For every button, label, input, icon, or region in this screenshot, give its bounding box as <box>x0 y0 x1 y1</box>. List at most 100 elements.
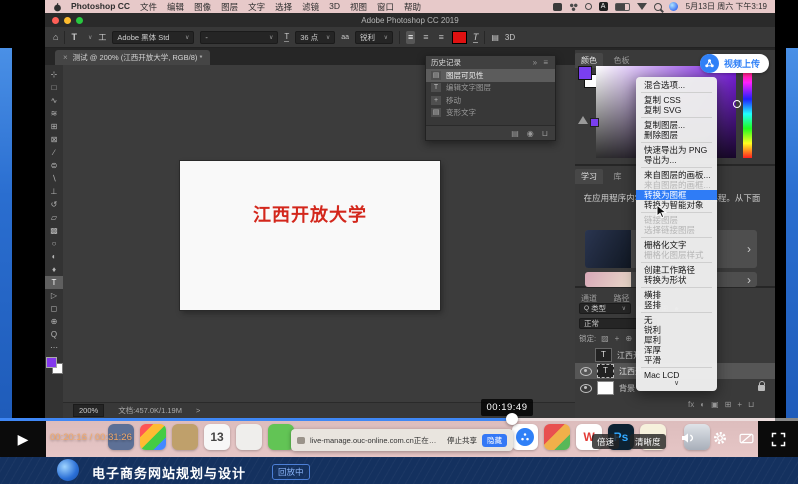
gamut-warning-icon[interactable] <box>578 116 588 124</box>
history-step[interactable]: T编辑文字图层 <box>426 82 555 95</box>
layers-panel-buttons[interactable]: fx◐▣⊞+⊔ <box>688 400 754 409</box>
history-panel-footer[interactable]: ▤◉⊔ <box>426 125 555 140</box>
context-menu-item[interactable]: 删除图层 <box>636 130 717 140</box>
hand-tool[interactable]: ⊕ <box>45 315 63 328</box>
panel-collapse-icon[interactable]: » ≡ <box>533 58 550 67</box>
path-select-tool[interactable]: ▷ <box>45 289 63 302</box>
marquee-tool[interactable]: □ <box>45 81 63 94</box>
mac-menu-1[interactable]: 文件 <box>140 1 157 13</box>
layers-action-icon[interactable]: ⊞ <box>725 400 732 409</box>
battery-icon[interactable] <box>615 3 630 11</box>
font-size-select[interactable]: 36 点∨ <box>295 31 335 44</box>
context-menu-item[interactable]: 混合选项... <box>636 80 717 90</box>
text-color-swatch[interactable] <box>452 31 467 44</box>
font-family-select[interactable]: Adobe 黑体 Std∨ <box>112 31 194 44</box>
settings-gear-icon[interactable] <box>712 430 728 451</box>
zoom-window-button[interactable] <box>76 17 83 24</box>
close-window-button[interactable] <box>52 17 59 24</box>
mac-menu-7[interactable]: 滤镜 <box>302 1 319 13</box>
zoom-tool[interactable]: Q <box>45 328 63 341</box>
window-icon[interactable] <box>553 3 562 11</box>
mac-menu-6[interactable]: 选择 <box>275 1 292 13</box>
crop-tool[interactable]: ⊞ <box>45 120 63 133</box>
brush-tool[interactable]: ∖ <box>45 172 63 185</box>
pen-tool[interactable]: ♦ <box>45 263 63 276</box>
context-menu-item[interactable]: 转换为形状 <box>636 275 717 285</box>
gradient-tool[interactable]: ▩ <box>45 224 63 237</box>
lock-option-icons[interactable]: ▨+⊕ <box>601 334 632 343</box>
context-menu-item[interactable]: 转换为智能对象 <box>636 200 717 210</box>
history-step[interactable]: ▤变形文字 <box>426 107 555 120</box>
context-menu-item[interactable]: 复制 CSS <box>636 95 717 105</box>
mac-menu-0[interactable]: Photoshop CC <box>71 1 130 13</box>
color-picker-marker[interactable] <box>733 100 741 108</box>
progress-bar[interactable] <box>0 418 798 421</box>
lock-icon[interactable]: ▨ <box>601 334 609 343</box>
play-button[interactable]: ▶ <box>0 421 46 457</box>
progress-handle[interactable] <box>506 413 518 425</box>
document-tab[interactable]: × 测试 @ 200% (江西开放大学, RGB/8) * <box>55 50 210 65</box>
context-menu-item[interactable]: 犀利 <box>636 335 717 345</box>
context-menu-item[interactable]: 复制 SVG <box>636 105 717 115</box>
visibility-eye-icon[interactable] <box>580 367 592 376</box>
history-brush-tool[interactable]: ↺ <box>45 198 63 211</box>
apple-menu-icon[interactable] <box>53 2 62 11</box>
context-menu-item[interactable]: 锐利 <box>636 325 717 335</box>
layers-action-icon[interactable]: ⊔ <box>748 400 754 409</box>
fullscreen-button[interactable] <box>758 421 798 457</box>
history-step[interactable]: +移动 <box>426 94 555 107</box>
warp-text-icon[interactable]: T <box>473 32 479 43</box>
mac-menu-2[interactable]: 编辑 <box>167 1 184 13</box>
mac-menu-3[interactable]: 图像 <box>194 1 211 13</box>
mac-menu-10[interactable]: 窗口 <box>377 1 394 13</box>
blur-tool[interactable]: ○ <box>45 237 63 250</box>
quick-select-tool[interactable]: ≋ <box>45 107 63 120</box>
mac-menu-9[interactable]: 视图 <box>350 1 367 13</box>
context-menu-item[interactable]: 复制图层... <box>636 120 717 130</box>
stamp-tool[interactable]: ⊥ <box>45 185 63 198</box>
minimize-window-button[interactable] <box>64 17 71 24</box>
hide-button[interactable]: 隐藏 <box>482 434 507 447</box>
delete-state-icon[interactable]: ⊔ <box>542 129 548 138</box>
text-orientation-icon[interactable]: 工 <box>98 32 106 43</box>
toolbox-color-swatches[interactable] <box>46 357 62 373</box>
lock-icon[interactable]: + <box>615 334 620 343</box>
input-source-icon[interactable]: A <box>599 2 608 11</box>
dodge-tool[interactable]: ◐ <box>45 250 63 263</box>
more-tools[interactable]: ⋯ <box>45 341 63 354</box>
context-menu-item[interactable]: 创建工作路径 <box>636 265 717 275</box>
layers-action-icon[interactable]: + <box>737 400 742 409</box>
context-menu-item[interactable]: 快速导出为 PNG <box>636 145 717 155</box>
context-menu-item[interactable]: 竖排 <box>636 300 717 310</box>
context-menu-item[interactable]: 无 <box>636 315 717 325</box>
layers-action-icon[interactable]: ◐ <box>700 400 705 409</box>
eraser-tool[interactable]: ▱ <box>45 211 63 224</box>
search-icon[interactable] <box>654 3 662 11</box>
stop-sharing-button[interactable]: 停止共享 <box>447 435 477 446</box>
mac-menu-8[interactable]: 3D <box>329 1 340 13</box>
context-menu-item[interactable]: 栅格化文字 <box>636 240 717 250</box>
context-menu-item[interactable]: Mac LCD <box>636 370 717 380</box>
dock-calendar[interactable]: 13 <box>204 424 230 450</box>
3d-mode-button[interactable]: 3D <box>505 33 515 42</box>
dock-app-folder[interactable] <box>172 424 198 450</box>
context-menu-item[interactable]: 横排 <box>636 290 717 300</box>
frame-tool[interactable]: ⊠ <box>45 133 63 146</box>
move-tool[interactable]: ⊹ <box>45 68 63 81</box>
canvas-document[interactable]: 江西开放大学 <box>180 161 440 310</box>
wifi-icon[interactable] <box>637 3 647 10</box>
visibility-eye-icon[interactable] <box>580 384 592 393</box>
type-tool-icon[interactable]: T <box>71 32 77 42</box>
shape-tool[interactable]: ◻ <box>45 302 63 315</box>
context-menu-item[interactable]: 浑厚 <box>636 345 717 355</box>
font-style-select[interactable]: -∨ <box>200 31 278 44</box>
gamut-color-chip[interactable] <box>590 118 599 127</box>
layers-action-icon[interactable]: ▣ <box>711 400 719 409</box>
anti-alias-select[interactable]: 锐利∨ <box>355 31 393 44</box>
layer-filter-select[interactable]: Q 类型 ∨ <box>579 303 631 314</box>
upload-overlay-button[interactable]: 视频上传 <box>700 54 769 73</box>
history-step[interactable]: ▤图层可见性 <box>426 69 555 82</box>
mac-menu-11[interactable]: 帮助 <box>404 1 421 13</box>
context-menu-item[interactable]: 来自图层的画板... <box>636 170 717 180</box>
menu-scroll-chevron-icon[interactable]: ∨ <box>636 380 717 388</box>
